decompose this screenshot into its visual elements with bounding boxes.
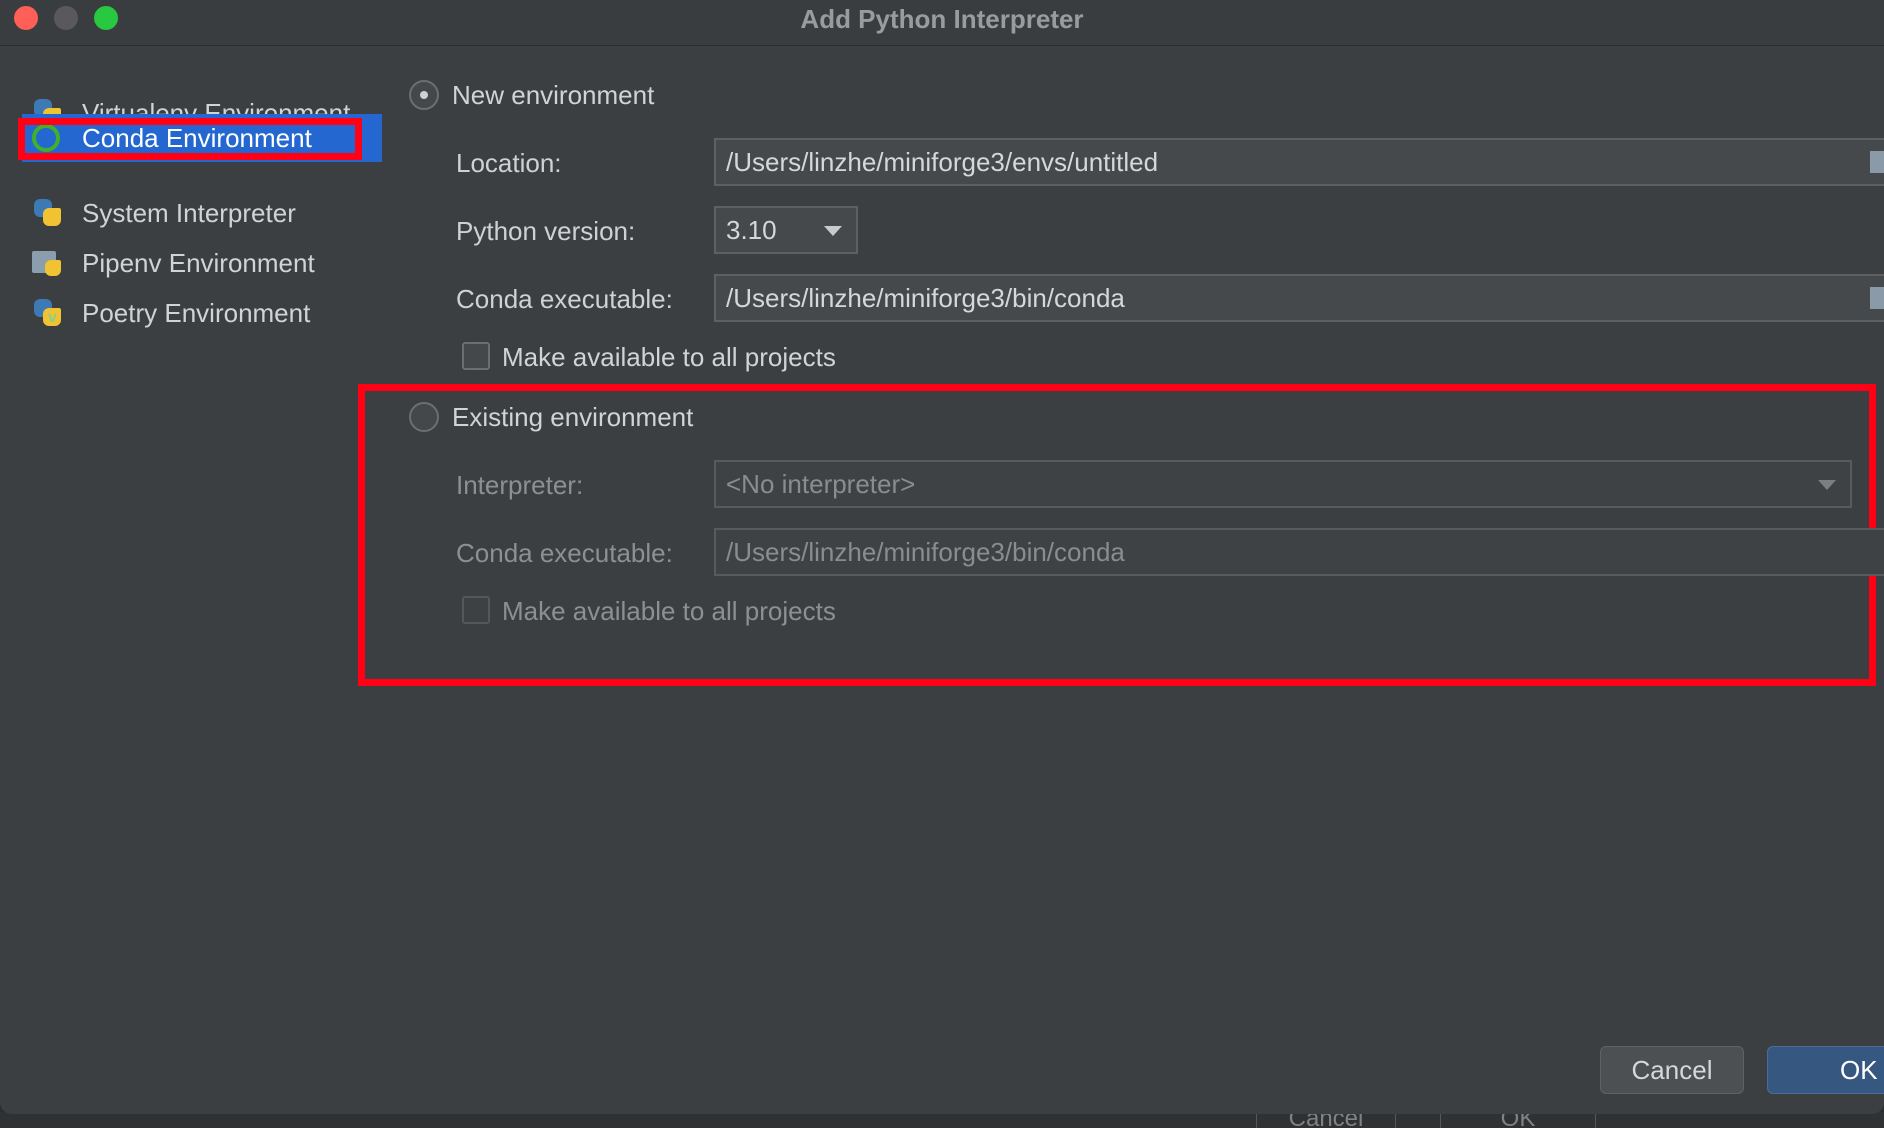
add-python-interpreter-dialog: Add Python Interpreter v Virtualenv Envi… — [0, 0, 1884, 1114]
sidebar-item-poetry[interactable]: v Poetry Environment — [22, 289, 382, 337]
python-version-value: 3.10 — [726, 215, 777, 245]
existing-environment-radio[interactable] — [409, 402, 439, 432]
parent-cancel-button: Cancel — [1256, 1112, 1396, 1128]
conda-executable-field[interactable]: /Users/linzhe/miniforge3/bin/conda — [714, 274, 1884, 322]
conda-executable-label: Conda executable: — [456, 284, 673, 314]
interpreter-value: <No interpreter> — [726, 469, 916, 499]
existing-conda-executable-field[interactable]: /Users/linzhe/miniforge3/bin/conda — [714, 528, 1884, 576]
parent-ok-button: OK — [1440, 1112, 1596, 1128]
parent-window-strip: Cancel OK — [0, 1112, 1884, 1128]
existing-environment-label: Existing environment — [452, 402, 694, 432]
sidebar-item-pipenv[interactable]: Pipenv Environment — [22, 239, 382, 287]
poetry-icon: v — [32, 297, 64, 329]
window-title: Add Python Interpreter — [800, 4, 1084, 34]
sidebar-item-system[interactable]: System Interpreter — [22, 189, 382, 237]
python-version-label: Python version: — [456, 216, 636, 246]
sidebar-item-label: System Interpreter — [82, 197, 296, 228]
interpreter-label: Interpreter: — [456, 470, 584, 500]
sidebar-item-conda[interactable]: Conda Environment — [22, 114, 382, 162]
new-environment-radio[interactable] — [409, 80, 439, 110]
conda-icon — [32, 124, 60, 152]
location-label: Location: — [456, 148, 562, 178]
python-version-select[interactable]: 3.10 — [714, 206, 858, 254]
make-available-checkbox[interactable] — [462, 342, 490, 370]
make-available-label: Make available to all projects — [502, 342, 836, 372]
python-icon — [32, 197, 64, 229]
interpreter-type-list: v Virtualenv Environment Conda Environme… — [0, 47, 390, 647]
location-field[interactable]: /Users/linzhe/miniforge3/envs/untitled — [714, 138, 1884, 186]
sidebar-item-label: Poetry Environment — [82, 297, 311, 328]
browse-folder-icon[interactable] — [1870, 151, 1884, 173]
sidebar-item-label: Conda Environment — [82, 122, 312, 153]
ok-button[interactable]: OK — [1767, 1046, 1884, 1094]
interpreter-select[interactable]: <No interpreter> — [714, 460, 1852, 508]
existing-make-available-label: Make available to all projects — [502, 596, 836, 626]
existing-conda-executable-label: Conda executable: — [456, 538, 673, 568]
new-environment-label: New environment — [452, 80, 655, 110]
chevron-down-icon — [1818, 480, 1836, 490]
sidebar-item-label: Pipenv Environment — [82, 247, 315, 278]
chevron-down-icon — [824, 226, 842, 236]
browse-folder-icon[interactable] — [1870, 287, 1884, 309]
existing-make-available-checkbox[interactable] — [462, 596, 490, 624]
title-bar: Add Python Interpreter — [0, 0, 1884, 46]
cancel-button[interactable]: Cancel — [1600, 1046, 1744, 1094]
pipenv-icon — [32, 247, 64, 279]
